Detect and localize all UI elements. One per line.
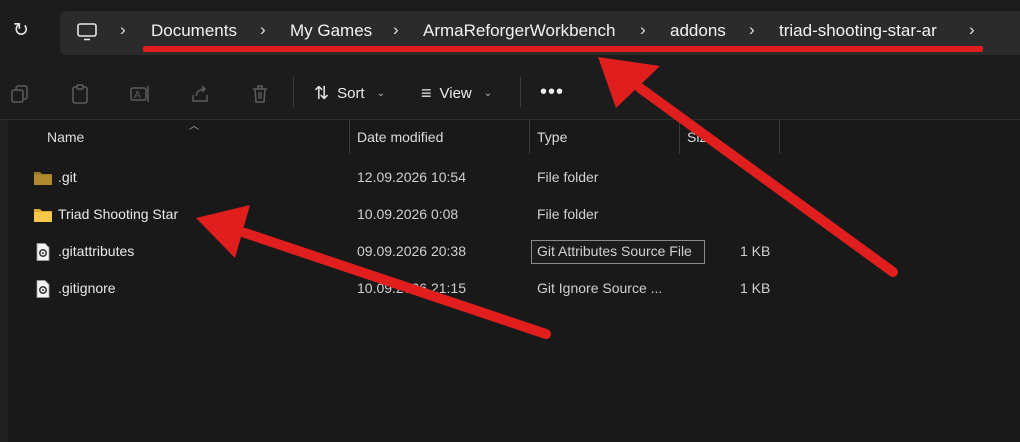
annotation-underline — [143, 46, 983, 52]
this-pc-icon[interactable] — [76, 22, 98, 42]
breadcrumb-documents[interactable]: Documents — [151, 21, 237, 41]
toolbar-separator — [520, 77, 521, 107]
settings-file-icon — [36, 243, 50, 261]
command-bar: A ⇅ Sort ⌄ ≡ View ⌄ ••• — [0, 63, 1020, 120]
view-icon: ≡ — [421, 82, 432, 103]
breadcrumb-chevron[interactable]: › — [393, 20, 399, 40]
file-type: File folder — [537, 206, 599, 222]
file-row-git[interactable]: .git 12.09.2026 10:54 File folder — [0, 163, 1020, 193]
column-divider[interactable] — [679, 120, 680, 154]
folder-dim-icon — [34, 172, 52, 185]
file-type: Git Ignore Source ... — [537, 280, 663, 296]
file-date: 10.09.2026 21:15 — [357, 280, 466, 296]
sort-button[interactable]: ⇅ Sort ⌄ — [314, 81, 385, 105]
share-icon[interactable] — [189, 83, 211, 105]
settings-file-icon — [36, 280, 50, 298]
file-name: .git — [58, 169, 77, 185]
breadcrumb-chevron[interactable]: › — [749, 20, 755, 40]
column-header-name[interactable]: Name — [47, 129, 84, 145]
breadcrumb-chevron[interactable]: › — [969, 20, 975, 40]
file-date: 09.09.2026 20:38 — [357, 243, 466, 259]
file-type: File folder — [537, 169, 599, 185]
breadcrumb-chevron[interactable]: › — [120, 20, 126, 40]
file-name: Triad Shooting Star — [58, 206, 179, 222]
breadcrumb-chevron[interactable]: › — [640, 20, 646, 40]
chevron-down-icon: ⌄ — [376, 87, 385, 99]
file-size: 1 KB — [740, 280, 771, 296]
file-list: ︿ Name Date modified Type Size .git 12.0… — [0, 120, 1020, 442]
address-row: ↻ › Documents › My Games › ArmaReforgerW… — [0, 0, 1020, 62]
column-header-size[interactable]: Size — [687, 129, 714, 145]
chevron-down-icon: ⌄ — [483, 87, 493, 99]
column-divider[interactable] — [349, 120, 350, 154]
breadcrumb-chevron[interactable]: › — [260, 20, 266, 40]
column-divider[interactable] — [779, 120, 780, 154]
view-label: View — [439, 84, 472, 102]
column-divider[interactable] — [529, 120, 530, 154]
breadcrumb-triad-shooting-star-ar[interactable]: triad-shooting-star-ar — [779, 21, 937, 41]
file-row-gitattributes[interactable]: .gitattributes 09.09.2026 20:38 Git Attr… — [0, 237, 1020, 267]
svg-text:A: A — [134, 90, 141, 101]
sort-icon: ⇅ — [314, 82, 330, 103]
file-row-gitignore[interactable]: .gitignore 10.09.2026 21:15 Git Ignore S… — [0, 274, 1020, 304]
copy-icon[interactable] — [9, 83, 31, 105]
breadcrumb-my-games[interactable]: My Games — [290, 21, 372, 41]
column-header-type[interactable]: Type — [537, 129, 567, 145]
file-row-triad-shooting-star[interactable]: Triad Shooting Star 10.09.2026 0:08 File… — [0, 200, 1020, 230]
rename-icon[interactable]: A — [129, 83, 151, 105]
file-size: 1 KB — [740, 243, 771, 259]
file-name: .gitattributes — [58, 243, 135, 259]
file-type: Git Attributes Source File — [537, 243, 692, 259]
file-name: .gitignore — [58, 280, 116, 296]
file-date: 12.09.2026 10:54 — [357, 169, 466, 185]
more-options-button[interactable]: ••• — [540, 81, 564, 104]
paste-icon[interactable] — [69, 83, 91, 105]
folder-icon — [34, 209, 52, 222]
breadcrumb-arma-reforger-workbench[interactable]: ArmaReforgerWorkbench — [423, 21, 615, 41]
navigation-pane-edge[interactable] — [0, 120, 8, 442]
refresh-icon[interactable]: ↻ — [10, 20, 32, 42]
sort-label: Sort — [337, 84, 365, 102]
sort-ascending-icon: ︿ — [189, 121, 199, 132]
breadcrumb-addons[interactable]: addons — [670, 21, 726, 41]
toolbar-separator — [293, 77, 294, 107]
column-header-date-modified[interactable]: Date modified — [357, 129, 443, 145]
view-button[interactable]: ≡ View ⌄ — [421, 81, 492, 105]
file-date: 10.09.2026 0:08 — [357, 206, 459, 222]
delete-icon[interactable] — [249, 83, 271, 105]
